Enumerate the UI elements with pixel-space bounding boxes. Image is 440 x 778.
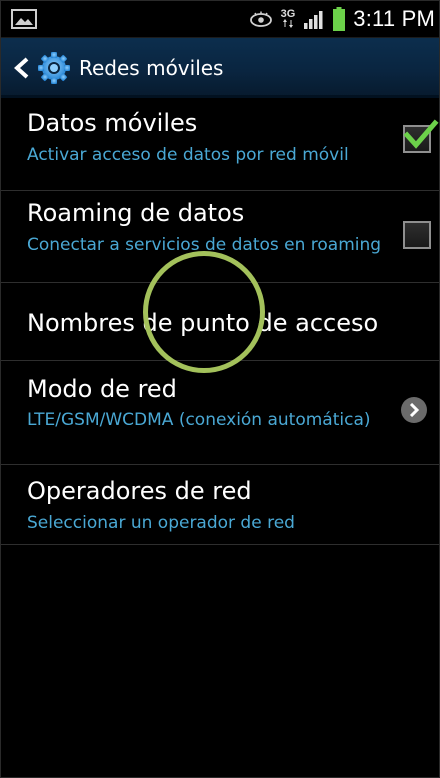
signal-icon bbox=[304, 11, 323, 29]
setting-title: Roaming de datos bbox=[27, 199, 245, 227]
checkmark-icon bbox=[403, 119, 439, 149]
gear-icon[interactable] bbox=[37, 51, 71, 85]
chevron-right-icon[interactable] bbox=[401, 397, 427, 423]
phone-screen: 3G 3:11 PM Redes móviles Datos móviles A… bbox=[0, 0, 440, 778]
mobile-data-checkbox[interactable] bbox=[403, 119, 439, 153]
data-arrows-icon bbox=[282, 19, 293, 28]
chevron-right-glyph bbox=[409, 403, 420, 417]
chevron-left-icon[interactable] bbox=[13, 57, 31, 79]
setting-subtitle: Activar acceso de datos por red móvil bbox=[27, 145, 349, 165]
setting-title: Operadores de red bbox=[27, 477, 252, 505]
network-type-badge: 3G bbox=[280, 8, 296, 28]
eye-icon bbox=[249, 11, 272, 27]
setting-title: Modo de red bbox=[27, 375, 177, 403]
action-bar: Redes móviles bbox=[1, 38, 439, 98]
network-type-label: 3G bbox=[280, 8, 296, 20]
setting-subtitle: LTE/GSM/WCDMA (conexión automática) bbox=[27, 410, 371, 430]
setting-title: Datos móviles bbox=[27, 109, 198, 137]
page-title: Redes móviles bbox=[79, 56, 224, 80]
setting-row-network-mode[interactable]: Modo de red LTE/GSM/WCDMA (conexión auto… bbox=[1, 361, 439, 465]
status-time: 3:11 PM bbox=[353, 6, 435, 31]
touch-indicator bbox=[143, 251, 265, 373]
picture-icon bbox=[11, 9, 37, 29]
data-roaming-checkbox[interactable] bbox=[403, 221, 431, 249]
setting-subtitle: Seleccionar un operador de red bbox=[27, 513, 295, 533]
battery-icon bbox=[333, 7, 346, 31]
setting-row-network-operators[interactable]: Operadores de red Seleccionar un operado… bbox=[1, 465, 439, 545]
setting-row-mobile-data[interactable]: Datos móviles Activar acceso de datos po… bbox=[1, 99, 439, 191]
status-bar: 3G 3:11 PM bbox=[1, 1, 439, 38]
status-icons: 3G 3:11 PM bbox=[249, 1, 435, 37]
